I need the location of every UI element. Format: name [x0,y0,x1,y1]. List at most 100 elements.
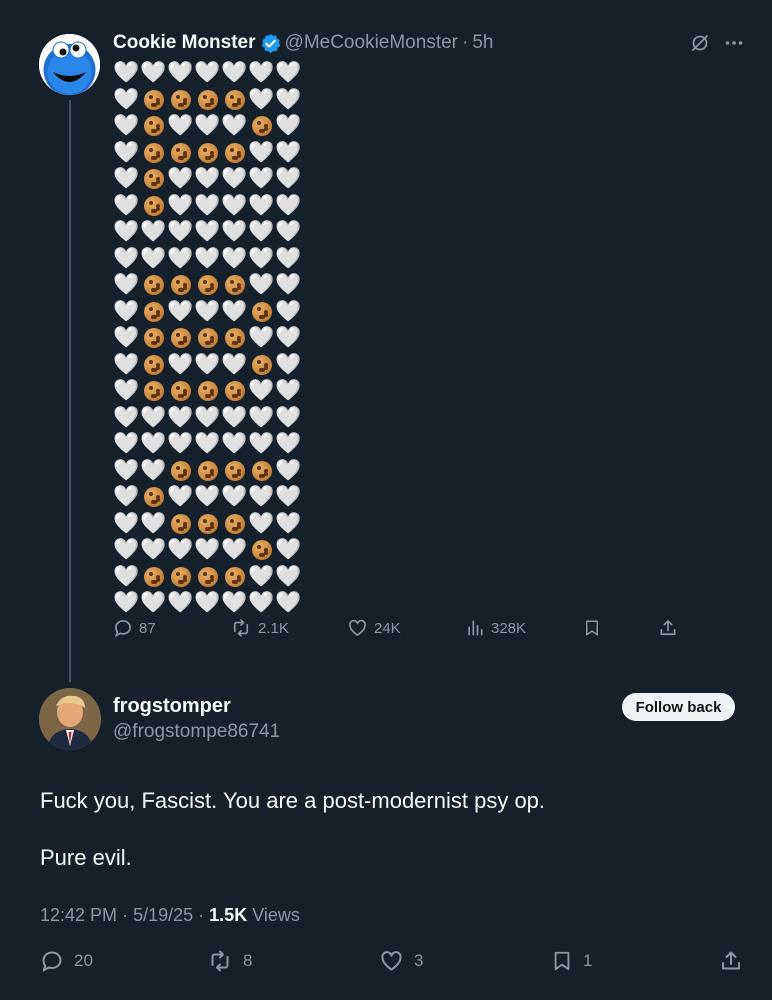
author-display-name[interactable]: Cookie Monster [113,32,256,54]
reply-views-label: Views [252,905,300,925]
white-heart-emoji-icon: 🤍 [275,405,302,429]
white-heart-emoji-icon: 🤍 [248,432,275,455]
white-heart-emoji-icon: 🤍 [194,432,221,455]
cookie-emoji-icon [221,325,248,352]
repost-count: 2.1K [258,619,289,637]
cookie-shape [197,460,218,481]
white-heart-emoji-icon: 🤍 [275,167,302,190]
white-heart-emoji-icon: 🤍 [167,538,194,561]
white-heart-emoji-icon: 🤍 [275,220,302,243]
white-heart-emoji-icon: 🤍 [113,591,140,614]
share-button[interactable] [658,618,678,638]
cookie-shape [170,381,191,402]
white-heart-emoji-icon: 🤍 [113,61,140,84]
white-heart-emoji-icon: 🤍 [275,326,302,349]
reply-date[interactable]: 5/19/25 [133,905,193,925]
white-heart-emoji-icon: 🤍 [194,485,221,508]
reply-author-name[interactable]: frogstomper [113,695,231,718]
author-handle[interactable]: @MeCookieMonster [285,32,458,54]
grok-icon[interactable] [690,33,710,53]
cookie-shape [197,513,218,534]
cookie-emoji-icon [140,193,167,220]
repost-button[interactable]: 2.1K [230,618,289,638]
cookie-emoji-icon [167,458,194,485]
white-heart-emoji-icon: 🤍 [248,405,275,429]
cookie-emoji-icon [221,378,248,405]
bookmark-button[interactable] [583,618,601,638]
views-button[interactable]: 328K [465,618,526,638]
reply-text-line: Fuck you, Fascist. You are a post-modern… [40,788,546,813]
cookie-monster-avatar-icon [39,34,100,95]
cookie-emoji-icon [140,299,167,326]
reply-reply-button[interactable]: 20 [40,947,93,975]
reply-repost-button[interactable]: 8 [207,947,252,975]
cookie-shape [224,89,245,110]
avatar[interactable] [39,34,100,95]
reply-repost-count: 8 [243,951,253,970]
white-heart-emoji-icon: 🤍 [140,405,167,429]
white-heart-emoji-icon: 🤍 [113,405,140,429]
white-heart-emoji-icon: 🤍 [248,273,275,296]
white-heart-emoji-icon: 🤍 [113,511,140,535]
reply-author-handle[interactable]: @frogstompe86741 [113,721,280,743]
reply-like-button[interactable]: 3 [379,947,423,975]
white-heart-emoji-icon: 🤍 [167,352,194,376]
reply-avatar[interactable] [39,688,101,750]
reply-views-count: 1.5K [209,905,248,925]
white-heart-emoji-icon: 🤍 [194,167,221,190]
cookie-emoji-icon [194,140,221,167]
white-heart-emoji-icon: 🤍 [248,564,275,588]
reply-action-bar: 20 8 3 1 [40,947,743,975]
tweet-header: Cookie Monster @MeCookieMonster · 5h [113,31,493,55]
reply-share-button[interactable] [719,947,743,975]
cookie-emoji-icon [248,458,275,485]
white-heart-emoji-icon: 🤍 [275,352,302,376]
white-heart-emoji-icon: 🤍 [113,352,140,376]
cookie-shape [170,142,191,163]
cookie-shape [143,275,164,296]
reply-bookmark-button[interactable]: 1 [551,947,592,975]
cookie-shape [170,513,191,534]
white-heart-emoji-icon: 🤍 [275,299,302,323]
white-heart-emoji-icon: 🤍 [275,432,302,455]
white-heart-emoji-icon: 🤍 [113,458,140,482]
cookie-emoji-icon [194,325,221,352]
white-heart-emoji-icon: 🤍 [221,405,248,429]
follow-back-button[interactable]: Follow back [622,693,735,721]
white-heart-emoji-icon: 🤍 [140,432,167,455]
share-icon [660,620,676,636]
cookie-emoji-icon [221,564,248,591]
cookie-shape [143,381,164,402]
tweet-timestamp[interactable]: 5h [472,32,493,54]
reply-icon [115,620,131,638]
white-heart-emoji-icon: 🤍 [248,220,275,243]
white-heart-emoji-icon: 🤍 [248,591,275,614]
more-options-icon[interactable] [724,33,744,53]
white-heart-emoji-icon: 🤍 [275,193,302,217]
repost-icon [211,950,229,972]
white-heart-emoji-icon: 🤍 [194,591,221,614]
white-heart-emoji-icon: 🤍 [275,511,302,535]
cookie-emoji-icon [248,537,275,564]
like-count: 24K [374,619,401,637]
cookie-shape [251,540,272,561]
bookmark-icon [586,620,598,636]
cookie-emoji-icon [167,511,194,538]
white-heart-emoji-icon: 🤍 [194,220,221,243]
share-icon [722,951,740,970]
cookie-shape [143,169,164,190]
like-button[interactable]: 24K [347,618,401,638]
cookie-shape [143,566,164,587]
cookie-emoji-icon [248,113,275,140]
white-heart-emoji-icon: 🤍 [113,432,140,455]
reply-time[interactable]: 12:42 PM [40,905,117,925]
reply-button[interactable]: 87 [113,618,156,638]
white-heart-emoji-icon: 🤍 [113,193,140,217]
cookie-emoji-icon [140,166,167,193]
white-heart-emoji-icon: 🤍 [140,220,167,243]
cookie-emoji-icon [194,564,221,591]
cookie-shape [224,275,245,296]
white-heart-emoji-icon: 🤍 [113,167,140,190]
white-heart-emoji-icon: 🤍 [248,511,275,535]
cookie-shape [224,460,245,481]
